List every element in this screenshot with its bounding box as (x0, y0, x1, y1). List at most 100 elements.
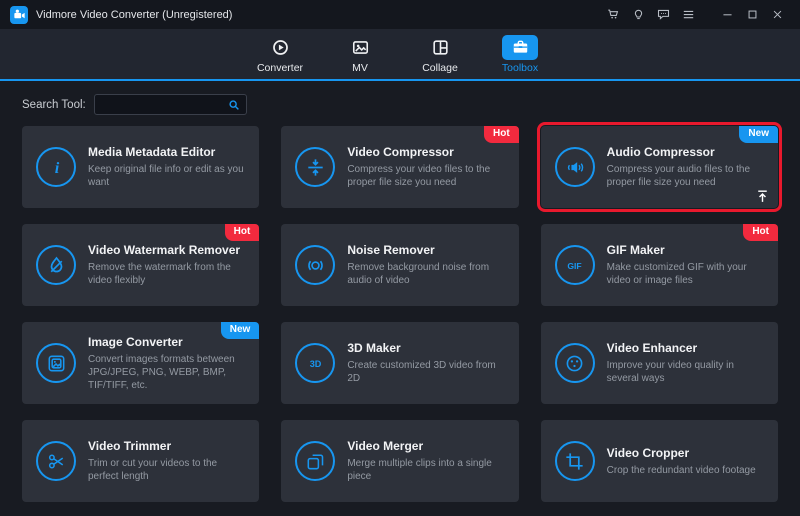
video-cropper-icon (555, 441, 595, 481)
card-description: Trim or cut your videos to the perfect l… (88, 457, 245, 483)
card-description: Compress your video files to the proper … (347, 163, 504, 189)
window-title: Vidmore Video Converter (Unregistered) (36, 9, 232, 21)
video-trimmer-icon (36, 441, 76, 481)
card-description: Keep original file info or edit as you w… (88, 163, 245, 189)
info-icon: i (36, 147, 76, 187)
titlebar-actions (601, 3, 790, 26)
cart-icon[interactable] (601, 3, 626, 26)
search-label: Search Tool: (22, 99, 86, 111)
tool-card-video-watermark-remover[interactable]: Video Watermark Remover Remove the waterm… (22, 224, 259, 306)
card-title: Image Converter (88, 335, 245, 349)
hot-badge: Hot (743, 224, 778, 241)
tool-card-video-merger[interactable]: Video Merger Merge multiple clips into a … (281, 420, 518, 502)
tab-collage[interactable]: Collage (410, 35, 470, 74)
new-badge: New (739, 126, 778, 143)
tool-card-video-cropper[interactable]: Video Cropper Crop the redundant video fo… (541, 420, 778, 502)
tab-label: MV (352, 62, 368, 74)
card-text: Video Watermark Remover Remove the waterm… (88, 243, 249, 287)
card-text: Video Trimmer Trim or cut your videos to … (88, 439, 249, 483)
card-title: Video Compressor (347, 145, 504, 159)
app-window: Vidmore Video Converter (Unregistered) C… (0, 0, 800, 516)
titlebar: Vidmore Video Converter (Unregistered) (0, 0, 800, 29)
watermark-remover-icon (36, 245, 76, 285)
card-title: Video Merger (347, 439, 504, 453)
tool-card-audio-compressor[interactable]: Audio Compressor Compress your audio file… (541, 126, 778, 208)
card-description: Make customized GIF with your video or i… (607, 261, 764, 287)
tab-label: Toolbox (502, 62, 538, 74)
svg-text:GIF: GIF (567, 260, 581, 270)
noise-remover-icon (295, 245, 335, 285)
card-text: Video Cropper Crop the redundant video fo… (607, 446, 760, 477)
card-text: Noise Remover Remove background noise fro… (347, 243, 508, 287)
collage-icon (422, 35, 458, 60)
hot-badge: Hot (225, 224, 260, 241)
card-text: Video Compressor Compress your video file… (347, 145, 508, 189)
card-description: Improve your video quality in several wa… (607, 359, 764, 385)
scroll-to-top-icon[interactable] (754, 188, 771, 205)
converter-icon (262, 35, 298, 60)
card-description: Remove background noise from audio of vi… (347, 261, 504, 287)
maximize-button[interactable] (740, 3, 765, 26)
search-row: Search Tool: (22, 94, 800, 115)
card-text: Video Merger Merge multiple clips into a … (347, 439, 508, 483)
svg-text:i: i (54, 157, 59, 176)
tool-card-noise-remover[interactable]: Noise Remover Remove background noise fro… (281, 224, 518, 306)
tool-card-image-converter[interactable]: Image Converter Convert images formats be… (22, 322, 259, 404)
card-description: Create customized 3D video from 2D (347, 359, 504, 385)
video-merger-icon (295, 441, 335, 481)
card-description: Crop the redundant video footage (607, 464, 756, 477)
hot-badge: Hot (484, 126, 519, 143)
close-button[interactable] (765, 3, 790, 26)
3d-maker-icon: 3D (295, 343, 335, 383)
card-text: Video Enhancer Improve your video quality… (607, 341, 768, 385)
feedback-icon[interactable] (651, 3, 676, 26)
card-title: Audio Compressor (607, 145, 764, 159)
video-compressor-icon (295, 147, 335, 187)
card-description: Merge multiple clips into a single piece (347, 457, 504, 483)
card-title: Video Trimmer (88, 439, 245, 453)
card-title: GIF Maker (607, 243, 764, 257)
bulb-icon[interactable] (626, 3, 651, 26)
tool-card-3d-maker[interactable]: 3D 3D Maker Create customized 3D video fro… (281, 322, 518, 404)
tool-card-media-metadata-editor[interactable]: i Media Metadata Editor Keep original file… (22, 126, 259, 208)
main-tabbar: Converter MV Collage Toolbox (0, 29, 800, 81)
svg-text:3D: 3D (310, 358, 322, 368)
card-title: 3D Maker (347, 341, 504, 355)
tool-card-video-enhancer[interactable]: Video Enhancer Improve your video quality… (541, 322, 778, 404)
card-text: 3D Maker Create customized 3D video from … (347, 341, 508, 385)
tool-card-video-trimmer[interactable]: Video Trimmer Trim or cut your videos to … (22, 420, 259, 502)
new-badge: New (221, 322, 260, 339)
tab-toolbox[interactable]: Toolbox (490, 35, 550, 74)
toolbox-icon (502, 35, 538, 60)
card-title: Video Enhancer (607, 341, 764, 355)
tool-grid: i Media Metadata Editor Keep original file… (22, 126, 778, 502)
gif-maker-icon: GIF (555, 245, 595, 285)
card-text: GIF Maker Make customized GIF with your v… (607, 243, 768, 287)
search-input[interactable] (95, 99, 222, 111)
card-title: Video Watermark Remover (88, 243, 245, 257)
card-description: Compress your audio files to the proper … (607, 163, 764, 189)
tab-mv[interactable]: MV (330, 35, 390, 74)
card-text: Media Metadata Editor Keep original file … (88, 145, 249, 189)
audio-compressor-icon (555, 147, 595, 187)
mv-icon (342, 35, 378, 60)
card-description: Convert images formats between JPG/JPEG,… (88, 353, 245, 392)
card-text: Image Converter Convert images formats be… (88, 335, 249, 392)
tab-converter[interactable]: Converter (250, 35, 310, 74)
card-text: Audio Compressor Compress your audio file… (607, 145, 768, 189)
tab-label: Collage (422, 62, 458, 74)
menu-icon[interactable] (676, 3, 701, 26)
video-enhancer-icon (555, 343, 595, 383)
card-title: Video Cropper (607, 446, 756, 460)
tab-label: Converter (257, 62, 303, 74)
image-converter-icon (36, 343, 76, 383)
card-description: Remove the watermark from the video flex… (88, 261, 245, 287)
card-title: Noise Remover (347, 243, 504, 257)
app-logo-icon (10, 6, 28, 24)
card-title: Media Metadata Editor (88, 145, 245, 159)
tool-card-gif-maker[interactable]: GIF GIF Maker Make customized GIF with you… (541, 224, 778, 306)
minimize-button[interactable] (715, 3, 740, 26)
search-box (94, 94, 247, 115)
search-icon[interactable] (222, 95, 246, 114)
tool-card-video-compressor[interactable]: Video Compressor Compress your video file… (281, 126, 518, 208)
